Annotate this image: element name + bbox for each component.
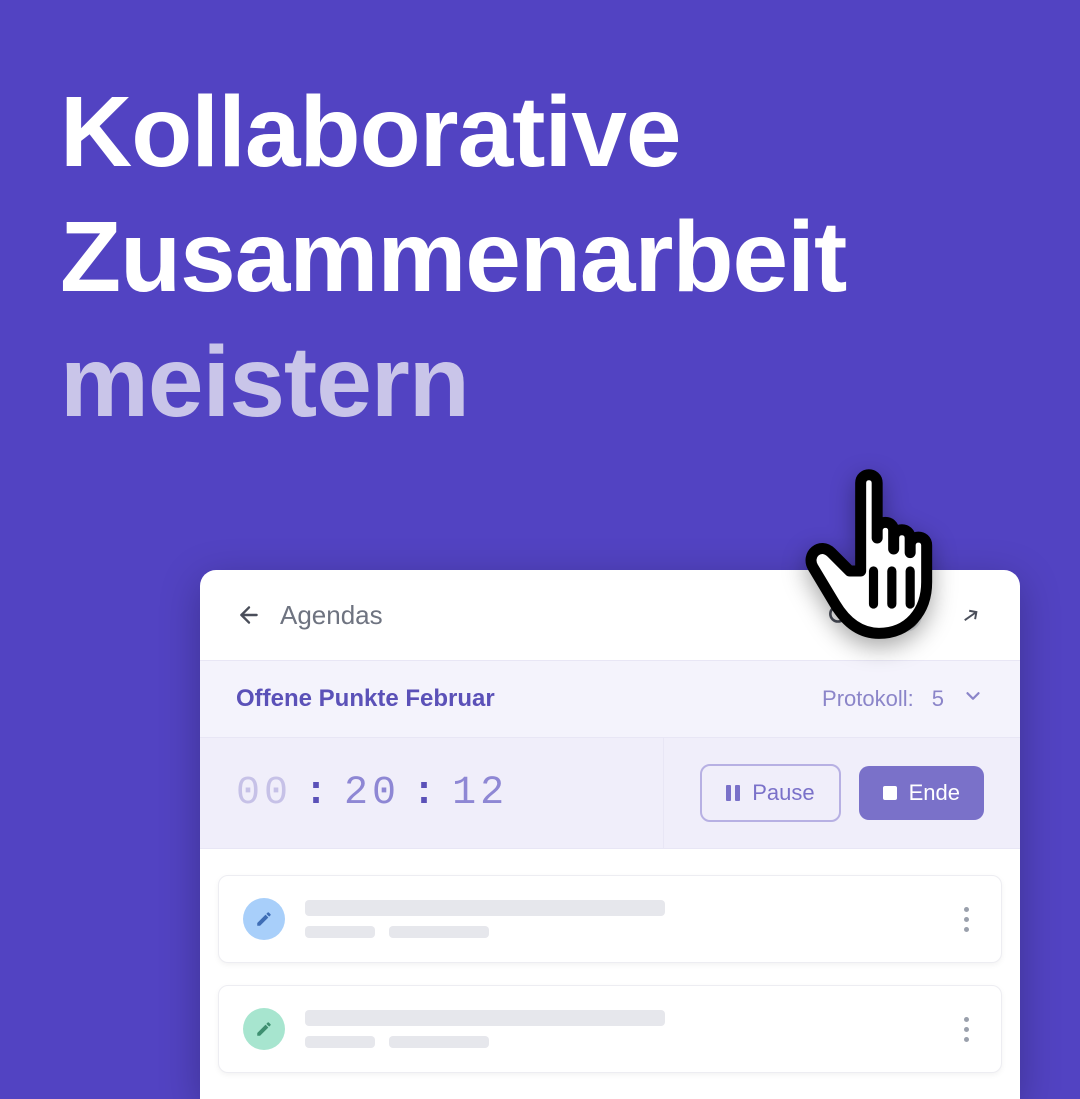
skeleton-meta bbox=[305, 1036, 375, 1048]
timer-display: 00 : 20 : 12 bbox=[200, 738, 663, 848]
timer-hours: 00 bbox=[236, 771, 292, 816]
chevron-down-icon bbox=[962, 685, 984, 713]
protokoll-label: Protokoll: bbox=[822, 686, 914, 712]
headline: Kollaborative Zusammenarbeit meistern bbox=[0, 0, 1080, 445]
pause-label: Pause bbox=[752, 780, 814, 806]
pause-button[interactable]: Pause bbox=[700, 764, 840, 822]
list-item-body bbox=[305, 900, 936, 938]
agenda-list bbox=[200, 849, 1020, 1099]
list-item[interactable] bbox=[218, 875, 1002, 963]
pencil-icon bbox=[243, 1008, 285, 1050]
timer-actions: Pause Ende bbox=[663, 738, 1020, 848]
cursor-hand-icon bbox=[780, 450, 1000, 670]
stop-icon bbox=[883, 786, 897, 800]
timer-row: 00 : 20 : 12 Pause Ende bbox=[200, 738, 1020, 849]
pause-icon bbox=[726, 785, 740, 801]
more-vertical-icon[interactable] bbox=[956, 1017, 977, 1042]
skeleton-title bbox=[305, 900, 665, 916]
skeleton-meta bbox=[389, 926, 489, 938]
pencil-icon bbox=[243, 898, 285, 940]
more-vertical-icon[interactable] bbox=[956, 907, 977, 932]
end-label: Ende bbox=[909, 780, 960, 806]
back-arrow-icon[interactable] bbox=[236, 602, 262, 628]
meeting-title: Offene Punkte Februar bbox=[236, 685, 495, 713]
list-item[interactable] bbox=[218, 985, 1002, 1073]
end-button[interactable]: Ende bbox=[859, 766, 984, 820]
skeleton-title bbox=[305, 1010, 665, 1026]
timer-minutes: 20 bbox=[344, 771, 400, 816]
breadcrumb[interactable]: Agendas bbox=[280, 600, 808, 631]
skeleton-meta bbox=[305, 926, 375, 938]
list-item-body bbox=[305, 1010, 936, 1048]
timer-seconds: 12 bbox=[452, 771, 508, 816]
subheader: Offene Punkte Februar Protokoll: 5 bbox=[200, 660, 1020, 738]
protokoll-dropdown[interactable]: Protokoll: 5 bbox=[822, 685, 984, 713]
headline-line-2: Zusammenarbeit bbox=[60, 195, 1020, 320]
skeleton-meta bbox=[389, 1036, 489, 1048]
headline-line-1: Kollaborative bbox=[60, 70, 1020, 195]
headline-line-3: meistern bbox=[60, 320, 1020, 445]
protokoll-count: 5 bbox=[932, 686, 944, 712]
